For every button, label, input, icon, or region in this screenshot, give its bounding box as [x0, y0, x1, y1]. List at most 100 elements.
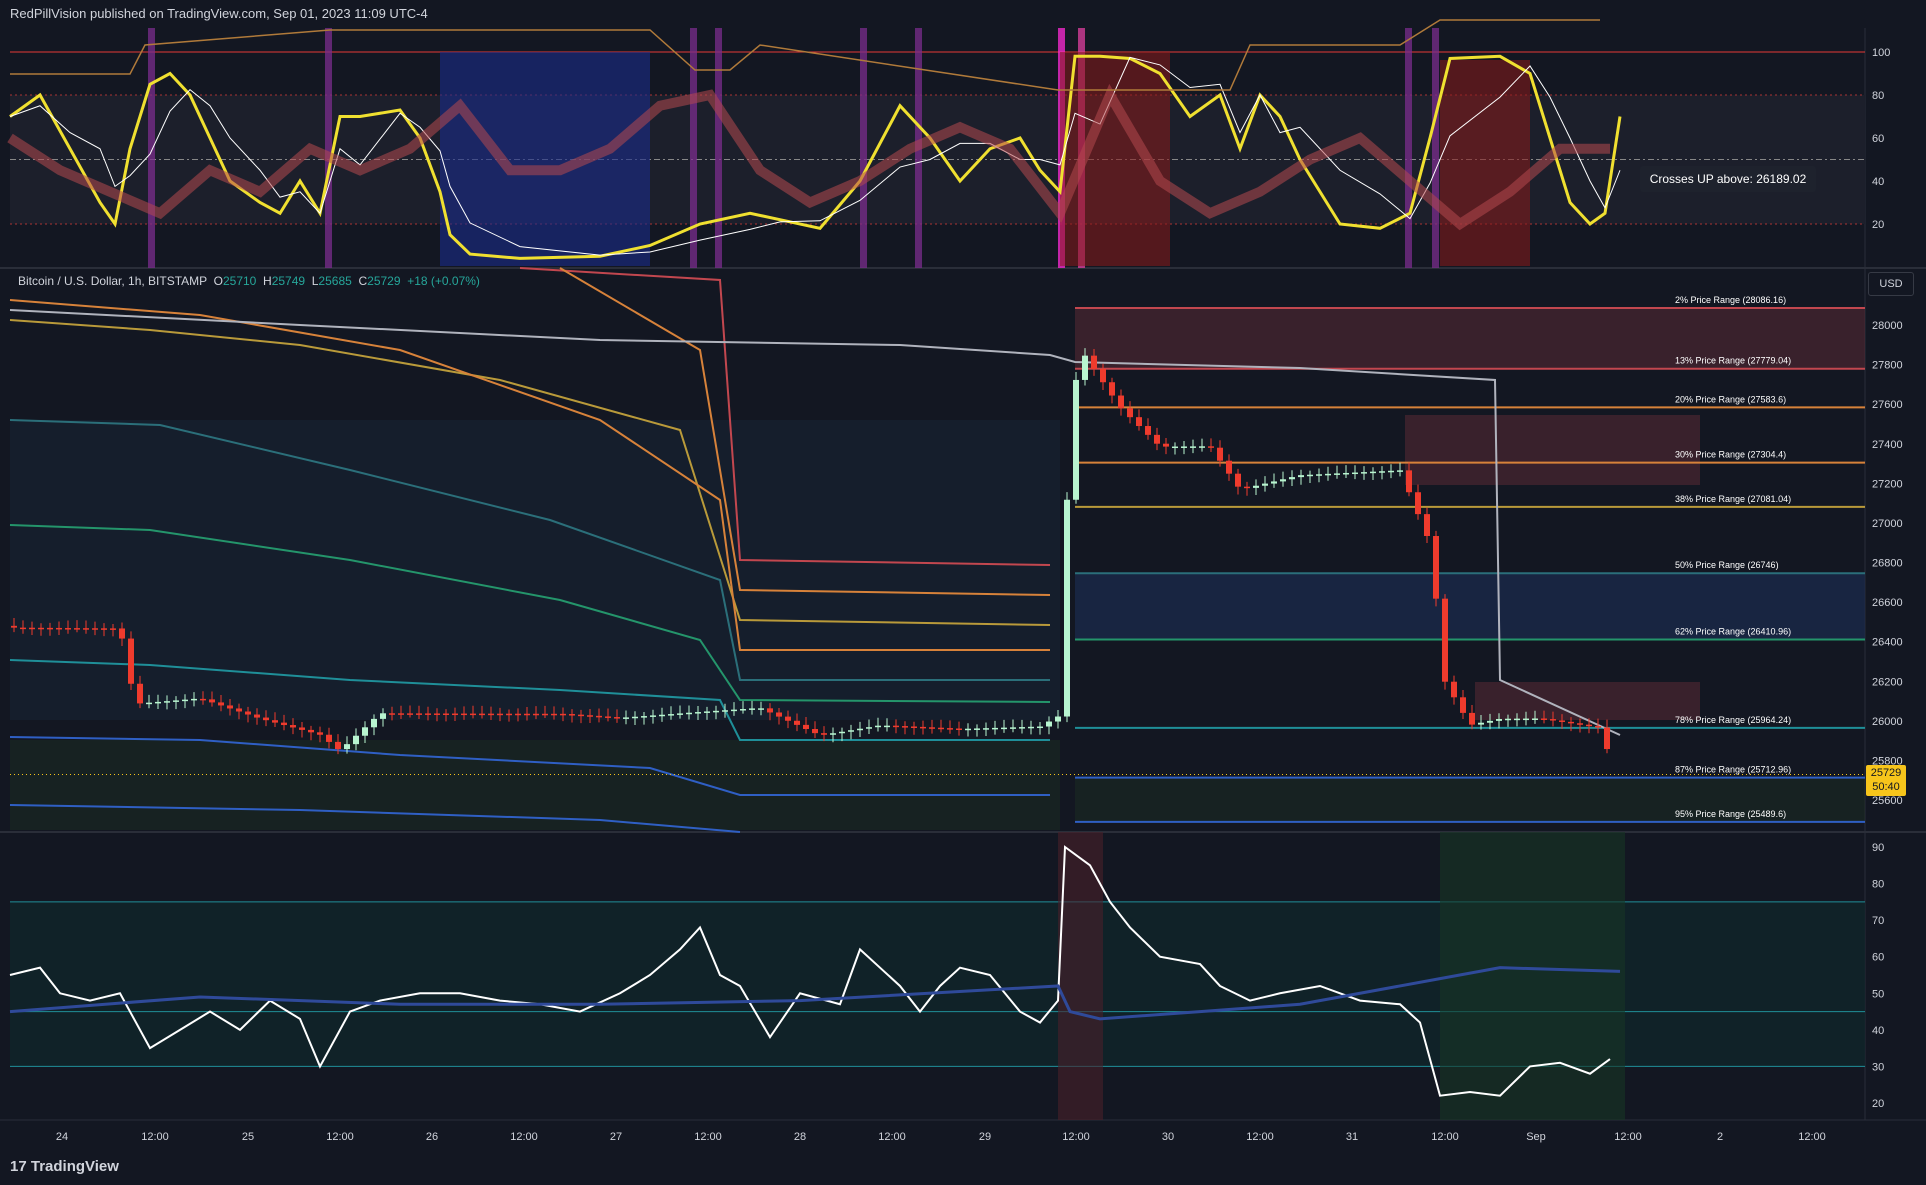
candle-body — [380, 713, 386, 719]
candle-body — [1496, 719, 1502, 721]
candle-body — [794, 720, 800, 725]
osc-axis-label: 40 — [1872, 176, 1884, 188]
candle-body — [929, 727, 935, 729]
candle-body — [1208, 446, 1214, 448]
candle-body — [371, 718, 377, 728]
candle-body — [389, 713, 395, 715]
candle-body — [299, 727, 305, 730]
osc-signal-bar — [148, 28, 155, 268]
price-range-label: 30% Price Range (27304.4) — [1675, 450, 1786, 460]
currency-button[interactable]: USD — [1868, 272, 1914, 296]
candle-body — [317, 732, 323, 735]
time-axis-label: 12:00 — [1431, 1131, 1459, 1143]
time-axis-label: 25 — [242, 1131, 254, 1143]
price-axis-label: 27400 — [1872, 439, 1903, 451]
candle-body — [281, 722, 287, 726]
candle-body — [1073, 379, 1079, 500]
osc-oversold-zone — [440, 52, 650, 266]
candle-body — [1046, 721, 1052, 727]
footer — [0, 1148, 1926, 1185]
candle-body — [146, 702, 152, 705]
candle-body — [1604, 727, 1610, 750]
symbol-legend: Bitcoin / U.S. Dollar, 1h, BITSTAMP O257… — [18, 274, 480, 288]
candle-body — [1532, 718, 1538, 720]
time-axis-label: 12:00 — [1062, 1131, 1090, 1143]
time-axis-label: 12:00 — [1246, 1131, 1274, 1143]
candle-body — [668, 714, 674, 716]
candle-body — [596, 715, 602, 718]
candle-body — [488, 713, 494, 716]
candle-body — [209, 699, 215, 703]
candle-body — [875, 725, 881, 728]
zone-mid — [1405, 415, 1700, 485]
candle-body — [758, 708, 764, 710]
tradingview-logo-text: TradingView — [30, 1158, 119, 1175]
candle-body — [1172, 446, 1178, 449]
tradingview-logo[interactable]: 17 TradingView — [10, 1152, 119, 1182]
candle-body — [1388, 470, 1394, 473]
candle-body — [425, 713, 431, 715]
candle-body — [1091, 355, 1097, 369]
candle-body — [470, 713, 476, 716]
price-range-label: 50% Price Range (26746) — [1675, 560, 1779, 570]
zone-value-left — [10, 420, 1060, 720]
candle-body — [947, 728, 953, 730]
candle-body — [713, 710, 719, 713]
candle-body — [767, 708, 773, 713]
time-axis-label: 2 — [1717, 1131, 1723, 1143]
candle-body — [1307, 474, 1313, 477]
lower-axis-label: 90 — [1872, 842, 1884, 854]
candle-body — [1595, 726, 1601, 728]
candle-body — [1064, 499, 1070, 717]
candle-body — [812, 729, 818, 734]
candle-body — [254, 714, 260, 718]
candle-body — [1541, 718, 1547, 720]
envelope-line — [10, 19, 1600, 91]
candle-body — [164, 701, 170, 703]
candle-body — [632, 716, 638, 719]
candle-body — [1460, 697, 1466, 713]
tradingview-logo-icon: 17 — [10, 1158, 31, 1175]
price-range-label: 20% Price Range (27583.6) — [1675, 394, 1786, 404]
osc-signal-bar — [325, 28, 332, 268]
candle-body — [515, 713, 521, 716]
candle-body — [506, 713, 512, 716]
candle-body — [974, 728, 980, 730]
candle-body — [308, 729, 314, 733]
chart-canvas[interactable]: 100 80 60 40 20 28000 27800 27600 27400 27200 2700… — [0, 0, 1926, 1185]
candle-body — [884, 725, 890, 728]
candle-body — [1397, 470, 1403, 472]
change-value: +18 (+0.07%) — [407, 274, 480, 288]
candle-body — [362, 727, 368, 736]
current-price-badge: 25729 50:40 — [1866, 765, 1906, 796]
candle-body — [920, 726, 926, 729]
price-axis-label: 28000 — [1872, 320, 1903, 332]
price-range-label: 87% Price Range (25712.96) — [1675, 765, 1791, 775]
candle-body — [776, 712, 782, 717]
candle-body — [443, 713, 449, 716]
candle-body — [1082, 355, 1088, 380]
candle-body — [1559, 720, 1565, 722]
price-axis-label: 26200 — [1872, 676, 1903, 688]
candle-body — [749, 708, 755, 710]
candle-body — [893, 725, 899, 728]
candle-body — [1163, 443, 1169, 447]
candle-body — [416, 713, 422, 715]
osc-axis-label: 20 — [1872, 219, 1884, 231]
candle-body — [1523, 718, 1529, 721]
candle-body — [236, 708, 242, 712]
candle-body — [110, 628, 116, 630]
candle-body — [1154, 434, 1160, 444]
time-axis-label: 28 — [794, 1131, 806, 1143]
candle-body — [407, 713, 413, 715]
candle-body — [1478, 722, 1484, 725]
price-axis-label: 27200 — [1872, 478, 1903, 490]
candle-body — [578, 714, 584, 717]
candle-body — [128, 638, 134, 684]
price-axis-label: 27600 — [1872, 399, 1903, 411]
candle-body — [641, 716, 647, 718]
candle-body — [1433, 536, 1439, 599]
candle-body — [956, 728, 962, 731]
osc-signal-bar — [715, 28, 722, 268]
candle-body — [1298, 475, 1304, 478]
